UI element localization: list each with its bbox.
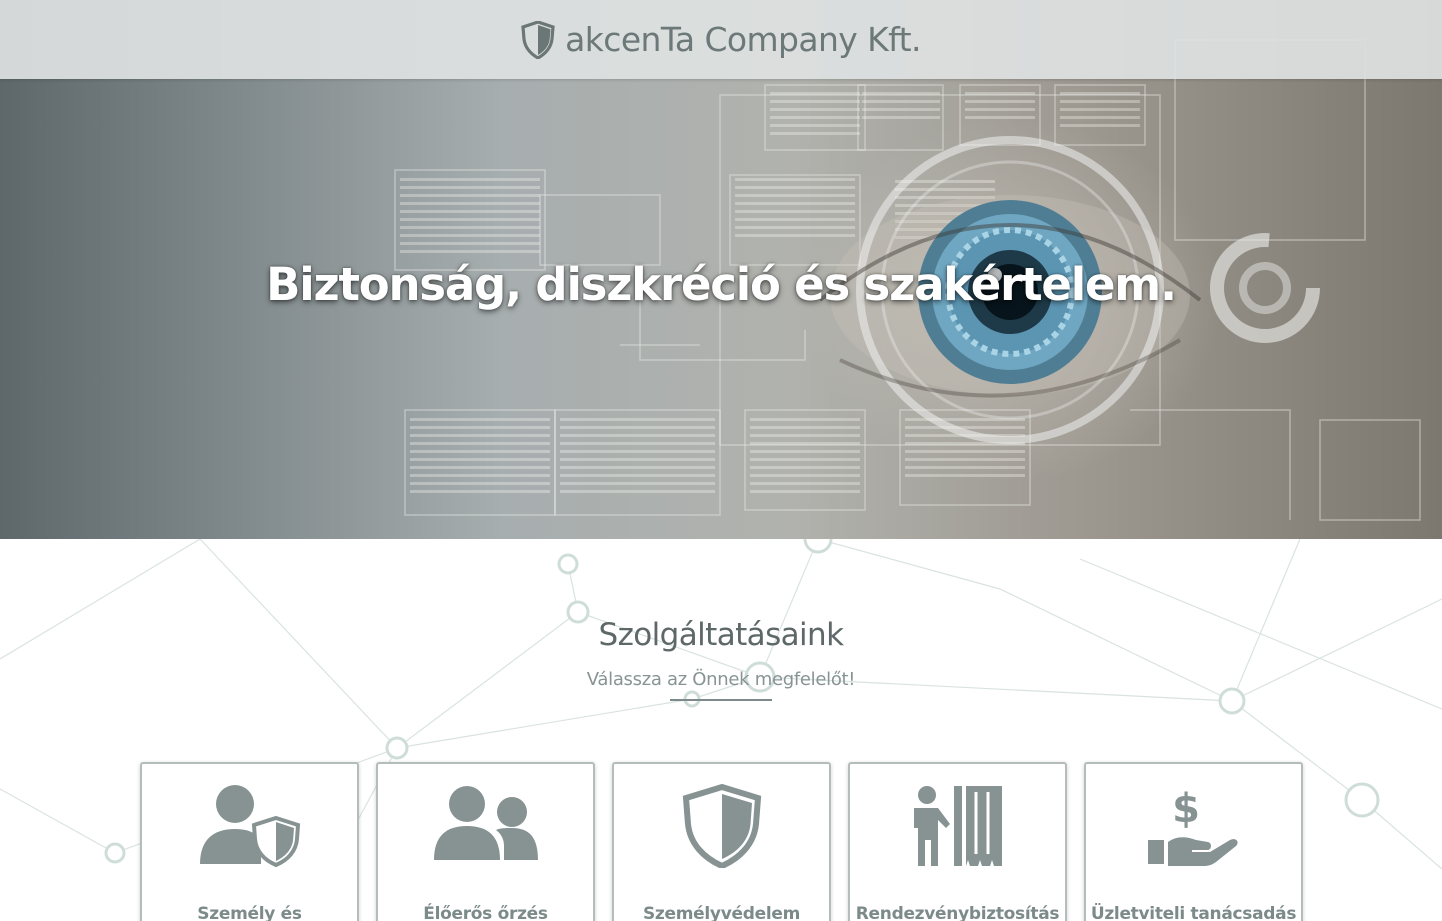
services-section: Szolgáltatásaink Válassza az Önnek megfe… xyxy=(0,539,1442,921)
service-card-label: Üzletviteli tanácsadás xyxy=(1090,904,1297,921)
hero-banner: akcenTa Company Kft. Biztonság, diszkréc… xyxy=(0,0,1442,539)
page: akcenTa Company Kft. Biztonság, diszkréc… xyxy=(0,0,1442,921)
brand-name: akcenTa Company Kft. xyxy=(565,20,921,59)
section-title: Szolgáltatásaink xyxy=(598,617,844,653)
service-card-eloeros-orzes[interactable]: Élőerős őrzés xyxy=(376,762,595,921)
service-card-label: Személy és xyxy=(197,904,302,921)
service-card-label: Rendezvénybiztosítás xyxy=(855,904,1060,921)
person-shield-icon xyxy=(199,785,300,868)
svg-text:$: $ xyxy=(1172,786,1200,832)
service-card-uzletviteli-tanacsadas[interactable]: $ Üzletviteli tanácsadás xyxy=(1084,762,1303,921)
hero-headline: Biztonság, diszkréció és szakértelem. xyxy=(266,258,1177,311)
section-subtitle: Válassza az Önnek megfelelőt! xyxy=(586,669,856,690)
guards-icon xyxy=(433,786,538,860)
service-cards: Személy és Élőerős őrzés Személyvédelem xyxy=(140,762,1303,921)
service-card-label: Élőerős őrzés xyxy=(423,904,548,921)
service-card-label: Személyvédelem xyxy=(642,904,800,921)
shield-icon xyxy=(521,20,555,59)
event-curtain-icon xyxy=(913,786,1002,866)
title-underline xyxy=(670,699,772,701)
shield-icon xyxy=(682,784,761,868)
hand-dollar-icon: $ xyxy=(1147,786,1238,866)
brand-logo[interactable]: akcenTa Company Kft. xyxy=(521,20,921,59)
top-navbar: akcenTa Company Kft. xyxy=(0,0,1442,79)
service-card-szemelyvedelem[interactable]: Személyvédelem xyxy=(612,762,831,921)
service-card-szemely-es-vagyonvedelem[interactable]: Személy és xyxy=(140,762,359,921)
service-card-rendezvenybiztositas[interactable]: Rendezvénybiztosítás xyxy=(848,762,1067,921)
